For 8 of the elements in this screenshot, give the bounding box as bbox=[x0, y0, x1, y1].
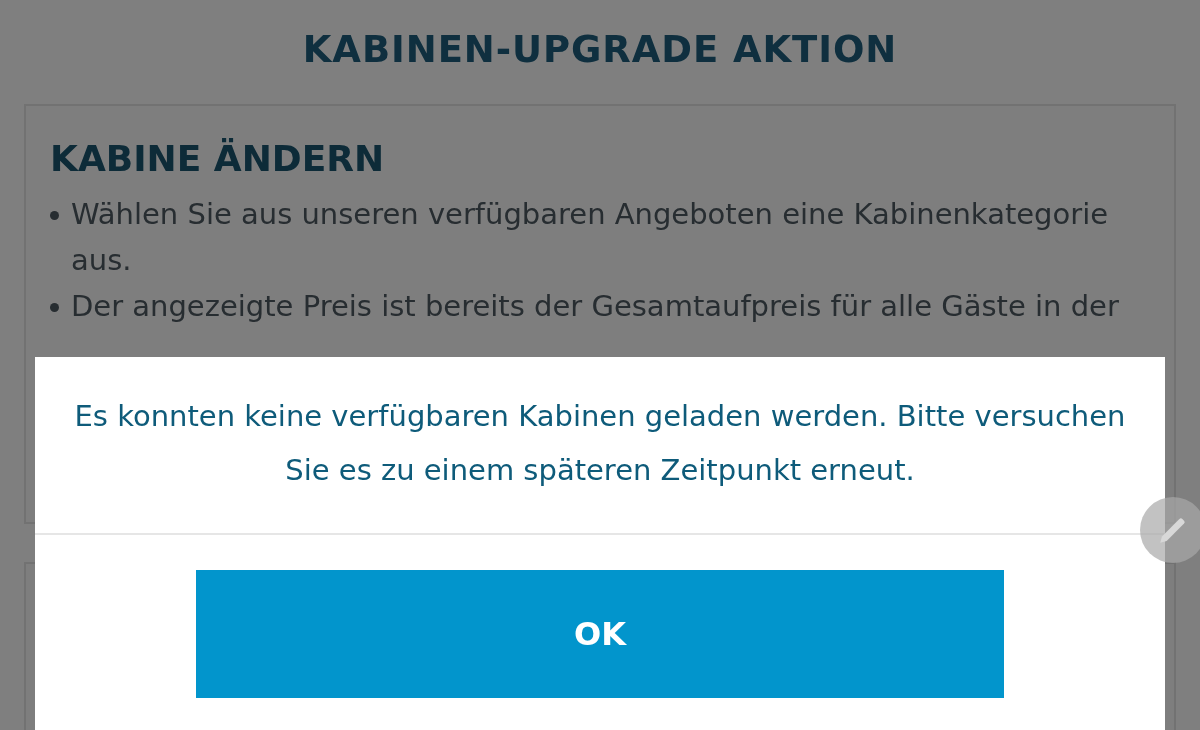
error-message: Es konnten keine verfügbaren Kabinen geladen werden. Bitte versuchen Sie es zu einem späteren Zeitpunkt erneut. bbox=[73, 398, 1127, 489]
page-title: KABINEN-UPGRADE AKTION bbox=[302, 27, 898, 73]
bullet-icon bbox=[50, 210, 59, 220]
bullet-icon bbox=[50, 302, 59, 312]
panel-heading: KABINE ÄNDERN bbox=[50, 136, 386, 181]
bullet-text: Wählen Sie aus unseren verfügbaren Angeboten eine Kabinenkategorie aus. bbox=[71, 195, 1110, 279]
bullet-text: Der angezeigte Preis ist bereits der Gesamtaufpreis für alle Gäste in der bbox=[71, 287, 1119, 325]
ok-button[interactable]: OK bbox=[196, 570, 1004, 698]
